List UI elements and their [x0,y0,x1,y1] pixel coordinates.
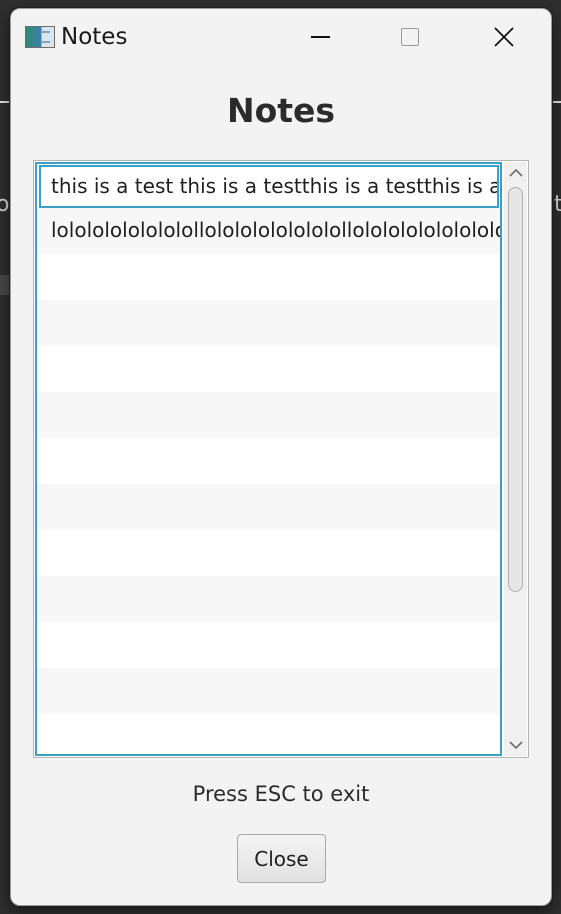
maximize-icon [401,28,419,46]
window-close-button[interactable] [481,19,527,55]
window-title: Notes [61,24,128,50]
chevron-up-icon [508,168,523,177]
empty-list-row[interactable] [37,300,500,346]
scroll-down-button[interactable] [504,734,527,756]
minimize-icon [310,36,330,38]
empty-list-row[interactable] [37,714,500,754]
notes-dialog: Notes Notes this is a test this is a tes… [10,8,552,906]
empty-list-row[interactable] [37,576,500,622]
empty-list-row[interactable] [37,484,500,530]
exit-hint: Press ESC to exit [192,782,370,806]
empty-list-row[interactable] [37,438,500,484]
list-item[interactable]: lolololololololollolololololololollololo… [37,208,500,254]
empty-list-row[interactable] [37,346,500,392]
scroll-up-button[interactable] [504,162,527,184]
minimize-button[interactable] [297,19,343,55]
maximize-button[interactable] [387,19,433,55]
background-text: t [554,192,561,217]
list-item[interactable]: this is a test this is a testthis is a t… [39,165,499,208]
background-text: o [0,192,10,217]
empty-list-row[interactable] [37,254,500,300]
empty-list-row[interactable] [37,392,500,438]
empty-list-row[interactable] [37,668,500,714]
list-item-text: this is a test this is a testthis is a t… [51,174,499,198]
empty-list-row[interactable] [37,530,500,576]
close-button[interactable]: Close [237,834,326,883]
notes-list[interactable]: this is a test this is a testthis is a t… [33,160,529,758]
list-item-text: lolololololololollolololololololollololo… [51,218,500,242]
page-title: Notes [226,91,336,130]
close-icon [494,27,514,47]
empty-list-row[interactable] [37,622,500,668]
title-bar[interactable]: Notes [11,9,551,67]
scrollbar-thumb[interactable] [508,187,523,592]
vertical-scrollbar[interactable] [504,162,527,756]
notes-list-viewport[interactable]: this is a test this is a testthis is a t… [35,162,502,756]
notes-app-icon [25,26,55,48]
chevron-down-icon [508,741,523,750]
